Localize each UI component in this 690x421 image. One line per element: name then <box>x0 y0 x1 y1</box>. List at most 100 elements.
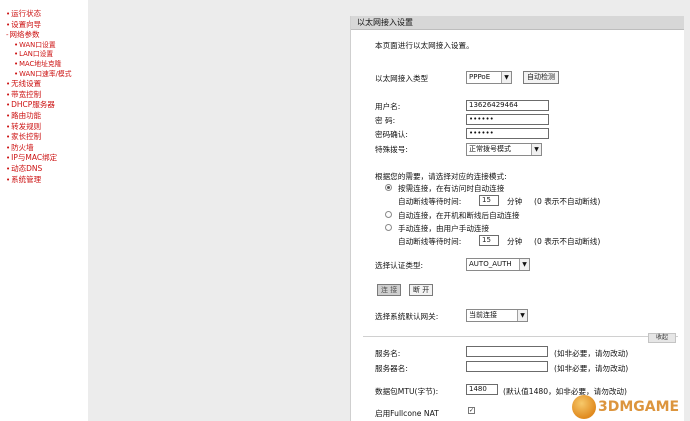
idle-time-label-2: 自动断线等待时间: <box>398 237 462 246</box>
bullet-icon: • <box>6 80 11 89</box>
sidebar-item[interactable]: •无线设置 <box>0 79 88 90</box>
mtu-label: 数据包MTU(字节): <box>375 387 439 396</box>
username-input[interactable]: 13626429464 <box>466 100 549 111</box>
idle-time-label-1: 自动断线等待时间: <box>398 197 462 206</box>
bullet-icon: • <box>14 69 19 78</box>
sidebar-nav: •运行状态 •设置向导 -网络参数 •WAN口设置 •LAN口设置 •MAC地址克隆 •WA… <box>0 0 88 421</box>
sidebar-item[interactable]: •DHCP服务器 <box>0 100 88 111</box>
bullet-icon: • <box>14 59 19 68</box>
mode-manual-radio[interactable] <box>385 224 392 231</box>
advanced-toggle[interactable]: 收起 <box>648 333 676 343</box>
sidebar-item[interactable]: •系统管理 <box>0 175 88 186</box>
gateway-select[interactable]: 当前连接 ▼ <box>466 309 528 322</box>
special-dial-value: 正常拨号模式 <box>469 145 511 153</box>
bullet-icon: • <box>6 164 11 173</box>
bullet-icon: • <box>6 122 11 131</box>
confirm-password-label: 密码确认: <box>375 130 408 139</box>
sidebar-item-label: 无线设置 <box>11 79 42 89</box>
auth-type-select[interactable]: AUTO_AUTH ▼ <box>466 258 530 271</box>
sidebar-item-label: LAN口设置 <box>19 50 54 59</box>
idle-time-input-2[interactable]: 15 <box>479 235 499 246</box>
idle-unit-1: 分钟 <box>507 197 523 206</box>
sidebar-item-label: WAN口速率/模式 <box>19 69 72 78</box>
fullcone-label: 启用Fullcone NAT <box>375 409 439 418</box>
panel-title: 以太网接入设置 <box>351 16 684 30</box>
confirm-password-input[interactable]: •••••• <box>466 128 549 139</box>
sidebar-item-label: MAC地址克隆 <box>19 59 62 68</box>
sidebar-item[interactable]: -网络参数 <box>0 30 88 41</box>
sidebar-item[interactable]: •WAN口速率/模式 <box>0 70 88 80</box>
chevron-down-icon: ▼ <box>501 72 511 83</box>
mtu-input[interactable]: 1480 <box>466 384 498 395</box>
section-divider <box>363 336 678 337</box>
mode-manual-label: 手动连接，由用户手动连接 <box>398 224 490 233</box>
sidebar-item-label: 路由功能 <box>11 110 42 120</box>
sidebar-item[interactable]: •IP与MAC绑定 <box>0 153 88 164</box>
server-name-input[interactable] <box>466 361 548 372</box>
idle-hint-1: (0 表示不自动断线) <box>534 197 601 206</box>
bullet-icon: • <box>6 133 11 142</box>
watermark-text: 3DMGAME <box>598 399 680 415</box>
sidebar-item-label: 防火墙 <box>11 142 34 152</box>
bullet-icon: • <box>6 154 11 163</box>
watermark-emblem-icon <box>572 395 596 419</box>
sidebar-item-label: WAN口设置 <box>19 40 56 49</box>
idle-hint-2: (0 表示不自动断线) <box>534 237 601 246</box>
bullet-icon: • <box>6 90 11 99</box>
mode-heading: 根据您的需要，请选择对应的连接模式: <box>375 172 507 181</box>
gateway-label: 选择系统默认网关: <box>375 312 439 321</box>
bullet-icon: • <box>6 143 11 152</box>
username-label: 用户名: <box>375 102 401 111</box>
page-background <box>88 0 350 421</box>
wan-type-label: 以太网接入类型 <box>375 74 429 83</box>
sidebar-item[interactable]: •设置向导 <box>0 20 88 31</box>
sidebar-item[interactable]: •防火墙 <box>0 143 88 154</box>
wan-type-select[interactable]: PPPoE ▼ <box>466 71 512 84</box>
sidebar-item[interactable]: •家长控制 <box>0 132 88 143</box>
sidebar-item[interactable]: •LAN口设置 <box>0 50 88 60</box>
service-name-input[interactable] <box>466 346 548 357</box>
watermark-logo: 3DMGAME <box>572 395 690 419</box>
auth-type-label: 选择认证类型: <box>375 261 424 270</box>
idle-time-input-1[interactable]: 15 <box>479 195 499 206</box>
fullcone-checkbox[interactable]: ✓ <box>468 407 475 414</box>
sidebar-item[interactable]: •动态DNS <box>0 164 88 175</box>
sidebar-item[interactable]: •WAN口设置 <box>0 41 88 51</box>
disconnect-button[interactable]: 断 开 <box>409 284 434 296</box>
connect-button[interactable]: 连 接 <box>377 284 402 296</box>
server-name-hint: (如非必要，请勿改动) <box>554 364 629 373</box>
special-dial-select[interactable]: 正常拨号模式 ▼ <box>466 143 542 156</box>
settings-panel: 以太网接入设置 本页面进行以太网接入设置。 以太网接入类型 PPPoE ▼ 自动… <box>350 16 684 421</box>
sidebar-item-label: 带宽控制 <box>11 89 42 99</box>
mode-demand-radio[interactable] <box>385 184 392 191</box>
bullet-icon: • <box>14 40 19 49</box>
bullet-icon: • <box>14 50 19 59</box>
password-label: 密 码: <box>375 116 396 125</box>
chevron-down-icon: ▼ <box>517 310 527 321</box>
sidebar-item-label: 设置向导 <box>11 19 42 29</box>
sidebar-item-label: 系统管理 <box>11 174 42 184</box>
server-name-label: 服务器名: <box>375 364 408 373</box>
bullet-icon: • <box>6 20 11 29</box>
bullet-icon: • <box>6 175 11 184</box>
service-name-label: 服务名: <box>375 349 401 358</box>
sidebar-item-label: 转发规则 <box>11 121 42 131</box>
sidebar-item[interactable]: •带宽控制 <box>0 90 88 101</box>
special-dial-label: 特殊拨号: <box>375 145 408 154</box>
sidebar-item-label: 运行状态 <box>11 9 42 18</box>
chevron-down-icon: ▼ <box>531 144 541 155</box>
password-input[interactable]: •••••• <box>466 114 549 125</box>
sidebar-item[interactable]: •转发规则 <box>0 122 88 133</box>
mode-demand-label: 按需连接，在有访问时自动连接 <box>398 184 505 193</box>
sidebar-item[interactable]: •MAC地址克隆 <box>0 60 88 70</box>
sidebar-item[interactable]: •路由功能 <box>0 111 88 122</box>
wan-type-value: PPPoE <box>469 73 491 81</box>
auto-detect-button[interactable]: 自动检测 <box>523 71 559 84</box>
sidebar-item-label: 网络参数 <box>9 30 40 40</box>
intro-text: 本页面进行以太网接入设置。 <box>375 41 474 50</box>
mode-auto-radio[interactable] <box>385 211 392 218</box>
sidebar-item[interactable]: •运行状态 <box>0 9 88 20</box>
mode-auto-label: 自动连接，在开机和断线后自动连接 <box>398 211 520 220</box>
sidebar-item-label: 家长控制 <box>11 132 42 142</box>
chevron-down-icon: ▼ <box>519 259 529 270</box>
